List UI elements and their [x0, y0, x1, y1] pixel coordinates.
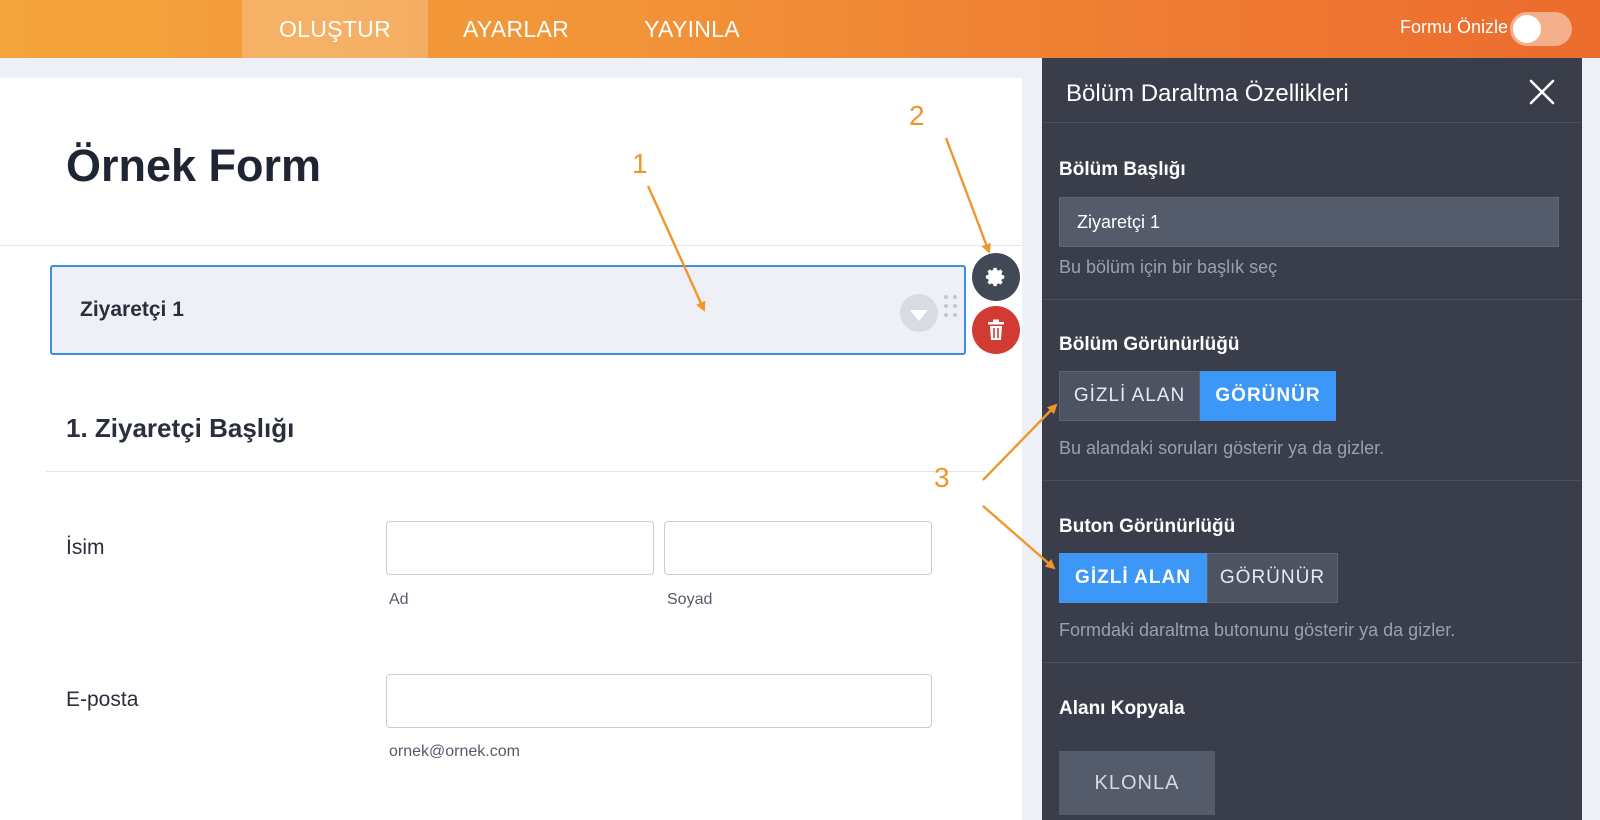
toggle-knob — [1513, 15, 1541, 43]
chevron-down-icon[interactable] — [900, 294, 938, 332]
name-field-label: İsim — [66, 536, 105, 559]
properties-panel: Bölüm Daraltma Özellikleri Bölüm Başlığı… — [1042, 58, 1582, 820]
button-visibility-help: Formdaki daraltma butonunu gösterir ya d… — [1059, 620, 1456, 640]
title-divider — [0, 245, 1022, 246]
first-name-sublabel: Ad — [389, 591, 409, 608]
last-name-sublabel: Soyad — [667, 591, 713, 608]
panel-divider — [1042, 662, 1582, 663]
trash-icon — [988, 319, 1004, 340]
button-hidden-button[interactable]: GİZLİ ALAN — [1059, 553, 1207, 603]
clone-button[interactable]: KLONLA — [1059, 751, 1215, 815]
gear-icon — [985, 267, 1005, 287]
delete-button[interactable] — [972, 306, 1020, 354]
tab-ayarlar[interactable]: AYARLAR — [428, 0, 604, 58]
preview-label: Formu Önizle — [1399, 17, 1508, 37]
annotation-2: 2 — [909, 100, 925, 131]
tab-yayinla[interactable]: YAYINLA — [604, 0, 780, 58]
preview-toggle[interactable] — [1510, 12, 1572, 46]
section-hidden-button[interactable]: GİZLİ ALAN — [1059, 371, 1200, 421]
annotation-1: 1 — [632, 148, 648, 179]
settings-button[interactable] — [972, 253, 1020, 301]
section-heading[interactable]: 1. Ziyaretçi Başlığı — [66, 413, 294, 444]
button-visibility-toggle: GİZLİ ALAN GÖRÜNÜR — [1059, 553, 1338, 603]
annotation-3: 3 — [934, 462, 950, 493]
section-title-label: Bölüm Başlığı — [1059, 159, 1186, 180]
panel-divider — [1042, 122, 1582, 123]
first-name-input[interactable] — [386, 521, 654, 575]
section-visible-button[interactable]: GÖRÜNÜR — [1200, 371, 1336, 421]
close-icon[interactable] — [1528, 78, 1556, 106]
last-name-input[interactable] — [664, 521, 932, 575]
section-visibility-label: Bölüm Görünürlüğü — [1059, 334, 1240, 355]
form-title[interactable]: Örnek Form — [66, 140, 321, 192]
email-sublabel: ornek@ornek.com — [389, 743, 520, 760]
panel-divider — [1042, 480, 1582, 481]
section-title: Ziyaretçi 1 — [80, 298, 184, 321]
email-input[interactable] — [386, 674, 932, 728]
form-sheet: Örnek Form Ziyaretçi 1 1. Ziyaretçi Başl… — [0, 78, 1022, 820]
section-title-input[interactable]: Ziyaretçi 1 — [1059, 197, 1559, 247]
panel-title: Bölüm Daraltma Özellikleri — [1066, 80, 1349, 107]
section-title-help: Bu bölüm için bir başlık seç — [1059, 257, 1278, 277]
section-visibility-toggle: GİZLİ ALAN GÖRÜNÜR — [1059, 371, 1336, 421]
form-canvas: Örnek Form Ziyaretçi 1 1. Ziyaretçi Başl… — [0, 58, 1042, 820]
panel-scrollbar[interactable] — [1582, 58, 1600, 820]
duplicate-label: Alanı Kopyala — [1059, 698, 1185, 719]
top-bar: OLUŞTUR AYARLAR YAYINLA Formu Önizle — [0, 0, 1600, 58]
tab-olustur[interactable]: OLUŞTUR — [242, 0, 428, 58]
section-visibility-help: Bu alandaki soruları gösterir ya da gizl… — [1059, 438, 1385, 458]
panel-divider — [1042, 299, 1582, 300]
heading-divider — [46, 471, 986, 472]
drag-handle-icon[interactable] — [944, 295, 958, 327]
email-field-label: E-posta — [66, 688, 139, 711]
button-visible-button[interactable]: GÖRÜNÜR — [1207, 553, 1338, 603]
button-visibility-label: Buton Görünürlüğü — [1059, 516, 1236, 537]
collapse-section[interactable]: Ziyaretçi 1 — [50, 265, 966, 355]
